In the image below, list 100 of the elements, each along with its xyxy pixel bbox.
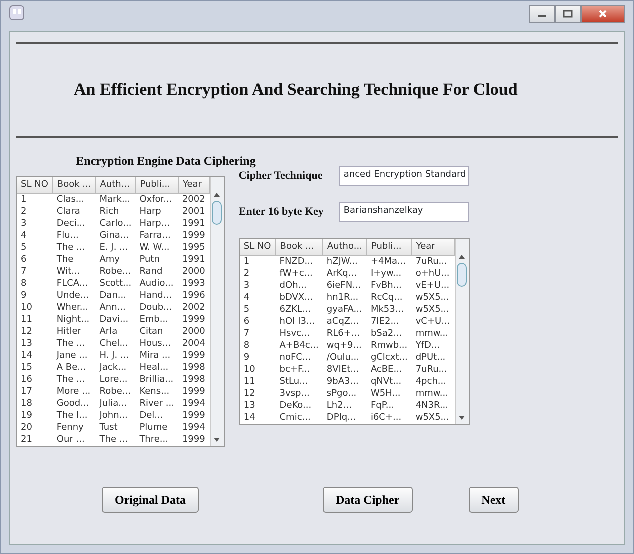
column-header[interactable]: SL NO: [240, 239, 276, 256]
table-cell-text: 12: [20, 326, 34, 338]
table-cell-text: 10: [242, 364, 256, 376]
table-cell: hZJW...: [322, 256, 367, 268]
minimize-button[interactable]: [529, 5, 555, 23]
column-header[interactable]: SL NO: [17, 177, 53, 194]
table-cell-text: dOh...: [278, 280, 308, 292]
table-cell-text: 13: [20, 338, 34, 350]
table-cell-text: I+yw...: [370, 268, 403, 280]
table-cell-text: Thre...: [138, 434, 170, 446]
table-cell-text: Dan...: [98, 290, 128, 302]
table-cell-text: 3: [20, 218, 28, 230]
table-cell-text: Tust: [98, 422, 119, 434]
table-cell-text: mmw...: [414, 388, 450, 400]
table-cell-text: hn1R...: [326, 292, 360, 304]
table-cell-text: Robe...: [98, 386, 132, 398]
table-cell-text: 7uRu...: [414, 364, 448, 376]
table-cell-text: 2: [242, 268, 251, 280]
next-button[interactable]: Next: [468, 487, 519, 513]
table-cell-text: w5X5...: [414, 304, 450, 316]
table-cell-text: 1998: [181, 362, 206, 374]
table-cell-text: 12: [242, 388, 256, 400]
table-cell-text: RcCq...: [370, 292, 404, 304]
close-button[interactable]: [581, 5, 625, 23]
table-cell: FNZD...: [276, 256, 323, 268]
table-cell-text: John...: [98, 410, 129, 422]
table-cell-text: 1996: [181, 290, 206, 302]
scrollbar[interactable]: [210, 177, 224, 446]
maximize-icon: [563, 10, 573, 18]
table-cell-text: Audio...: [138, 278, 175, 290]
table-cell-text: ArKq...: [326, 268, 358, 280]
column-header[interactable]: Autho...: [322, 239, 367, 256]
scroll-down-icon[interactable]: [213, 436, 222, 444]
table-cell-text: 1991: [181, 254, 206, 266]
column-header[interactable]: Year: [412, 239, 454, 256]
column-header[interactable]: Publi...: [136, 177, 178, 194]
table-cell-text: DeKo...: [278, 400, 313, 412]
table-cell-text: 11: [20, 314, 34, 326]
table-cell-text: vE+U...: [414, 280, 451, 292]
table-cell-text: 1999: [181, 314, 206, 326]
scroll-thumb[interactable]: [457, 263, 468, 287]
table-cell-text: 14: [242, 412, 256, 424]
table-cell-text: Gina...: [98, 230, 130, 242]
table-cell-text: Amy: [98, 254, 121, 266]
table-cell: 2002: [178, 194, 210, 206]
maximize-button[interactable]: [555, 5, 581, 23]
scroll-thumb[interactable]: [212, 201, 222, 225]
table-cell-text: StLu...: [278, 376, 310, 388]
scroll-up-icon[interactable]: [213, 191, 222, 199]
column-header[interactable]: Book ...: [276, 239, 323, 256]
table-cell-text: Davi...: [98, 314, 130, 326]
data-cipher-button[interactable]: Data Cipher: [323, 487, 413, 513]
table-cell-text: Rich: [98, 206, 120, 218]
table-cell-text: 16: [20, 374, 34, 386]
table-cell-text: 1998: [181, 374, 206, 386]
table-cell-text: FvBh...: [370, 280, 403, 292]
table-cell-text: RL6+...: [326, 328, 362, 340]
table-cell-text: Hsvc...: [278, 328, 312, 340]
table-cell: Oxfor...: [136, 194, 178, 206]
table-cell-text: bDVX...: [278, 292, 314, 304]
table-cell-text: A+B4c...: [278, 340, 320, 352]
table-cell-text: bSa2...: [370, 328, 404, 340]
table-cell-text: 13: [242, 400, 256, 412]
column-header[interactable]: Publi...: [366, 239, 412, 256]
table-cell-text: Hous...: [138, 338, 172, 350]
app-icon: [9, 5, 25, 21]
table-cell-text: H. J. ...: [98, 350, 130, 362]
table-cell-text: Our ...: [56, 434, 86, 446]
scrollbar[interactable]: [454, 239, 469, 424]
scroll-up-icon[interactable]: [458, 253, 466, 261]
column-header[interactable]: Auth...: [96, 177, 136, 194]
table-cell-text: 4: [242, 292, 251, 304]
table-cell-text: A Be...: [56, 362, 88, 374]
table-cell-text: vC+U...: [414, 316, 452, 328]
scroll-down-icon[interactable]: [458, 414, 466, 422]
table-cell-text: 1999: [181, 230, 206, 242]
column-header[interactable]: Book ...: [52, 177, 96, 194]
field-label: Cipher Technique: [238, 168, 324, 184]
table-cell-text: 3: [242, 280, 251, 292]
input-field[interactable]: anced Encryption Standard: [338, 166, 469, 186]
table-cell-text: Farra...: [138, 230, 172, 242]
table-cell-text: 20: [20, 422, 34, 434]
table-cell-text: Harp: [138, 206, 162, 218]
table-cell-text: 1994: [181, 422, 206, 434]
table-cell-text: 11: [242, 376, 256, 388]
table-cell-text: w5X5...: [414, 412, 450, 424]
table-cell-text: 2: [20, 206, 28, 218]
table-cell-text: Fenny: [56, 422, 85, 434]
original-data-button[interactable]: Original Data: [102, 487, 199, 513]
table-cell-text: Arla: [98, 326, 119, 338]
table-cell-text: Hitler: [56, 326, 82, 338]
table-cell-text: 10: [20, 302, 34, 314]
table-cell-text: 9bA3...: [326, 376, 360, 388]
table-cell-text: Jane ...: [55, 350, 89, 362]
table-cell-text: 21: [20, 434, 34, 446]
table-cell-text: 7: [20, 266, 28, 278]
table-cell-text: DPIq...: [326, 412, 358, 424]
table-cell-text: 2002: [181, 302, 206, 314]
input-field[interactable]: Barianshanzelkay: [338, 202, 469, 222]
column-header[interactable]: Year: [178, 177, 210, 194]
